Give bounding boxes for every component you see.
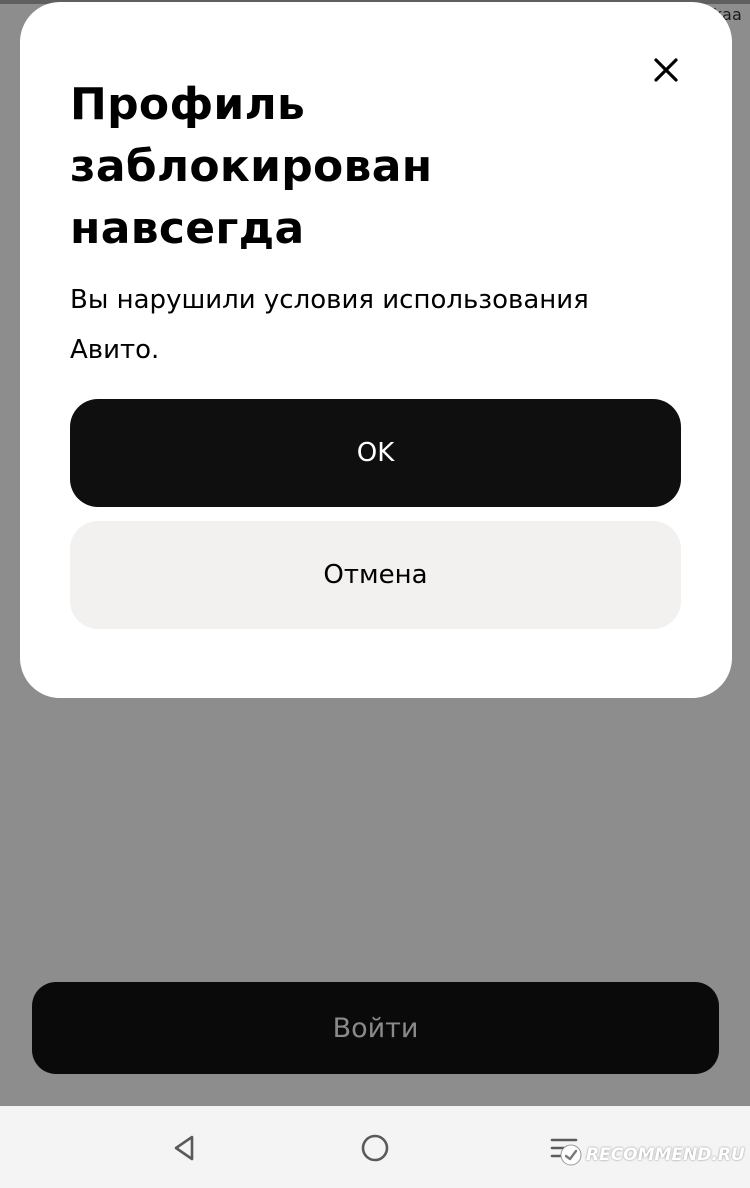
recommend-logo-icon xyxy=(560,1144,582,1166)
nav-back-button[interactable] xyxy=(161,1124,209,1172)
dialog-title-line: заблокирован xyxy=(70,141,433,192)
login-button[interactable]: Войти xyxy=(32,982,719,1074)
cancel-button[interactable]: Отмена xyxy=(70,521,681,629)
ok-button[interactable]: OK xyxy=(70,399,681,507)
watermark-site: RECOMMEND.RU xyxy=(560,1144,745,1166)
dialog-message: Вы нарушили условия использования Авито. xyxy=(70,275,680,375)
cancel-button-label: Отмена xyxy=(323,560,428,590)
ok-button-label: OK xyxy=(356,438,395,468)
dialog-title-line: навсегда xyxy=(70,203,305,254)
back-triangle-icon xyxy=(174,1135,194,1161)
nav-home-button[interactable] xyxy=(351,1124,399,1172)
dialog-title-line: Профиль xyxy=(70,79,306,130)
home-circle-icon xyxy=(361,1134,389,1162)
blocked-profile-dialog: Профиль заблокирован навсегда Вы нарушил… xyxy=(20,2,732,698)
dialog-message-line: Вы нарушили условия использования xyxy=(70,285,589,315)
close-icon xyxy=(654,58,678,82)
dialog-title: Профиль заблокирован навсегда xyxy=(70,74,650,260)
watermark-site-label: RECOMMEND.RU xyxy=(586,1145,745,1165)
dialog-message-line: Авито. xyxy=(70,335,160,365)
close-button[interactable] xyxy=(648,52,684,88)
login-button-label: Войти xyxy=(332,1012,419,1044)
